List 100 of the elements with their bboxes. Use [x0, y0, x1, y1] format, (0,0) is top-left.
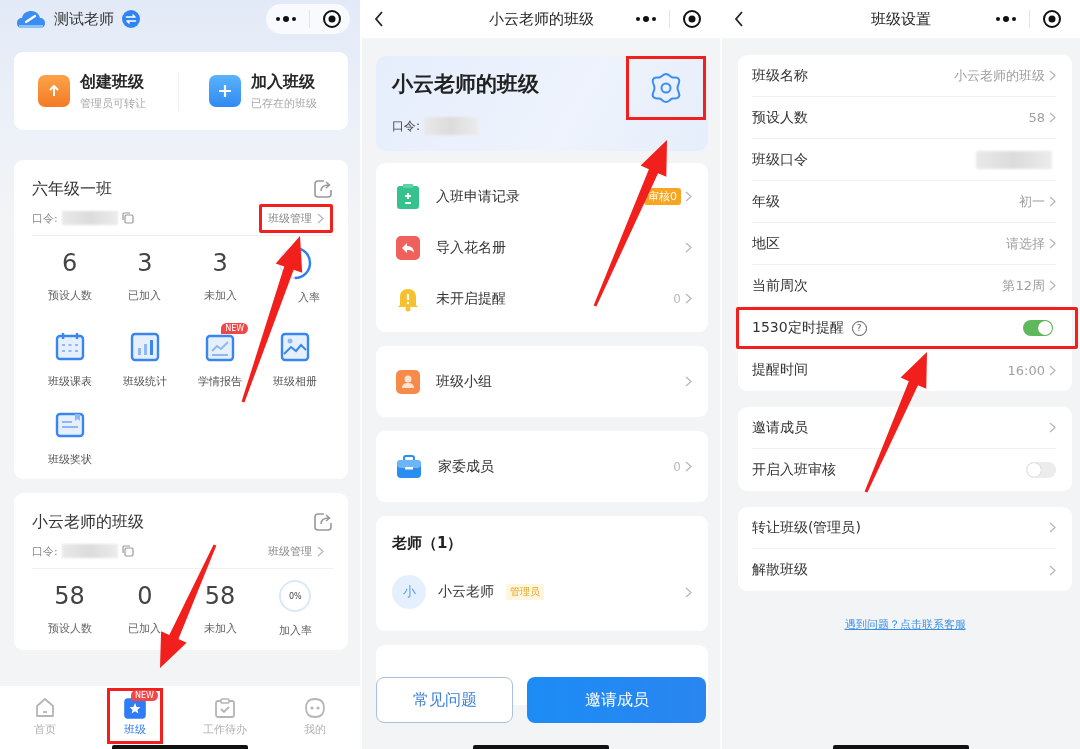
avatar: 小: [392, 575, 426, 609]
toggle-switch[interactable]: [1026, 462, 1056, 478]
role-badge: 管理员: [506, 584, 544, 600]
setting-value: 小云老师的班级: [954, 66, 1045, 85]
chevron-icon: [685, 191, 692, 202]
stat-label: 预设人数: [47, 288, 92, 303]
setting-value: 请选择: [1006, 234, 1045, 253]
stat-label: 预设人数: [47, 621, 92, 636]
chevron-icon: [1049, 238, 1056, 249]
setting-label: 1530定时提醒: [752, 319, 844, 337]
chevron-icon: [685, 461, 692, 472]
person-icon: [396, 369, 420, 394]
star-square-icon: [124, 697, 146, 719]
settings-row[interactable]: 转让班级(管理员): [752, 507, 1056, 549]
action-title[interactable]: 创建班级: [80, 71, 146, 93]
item-count: 0: [673, 459, 681, 474]
upload-icon[interactable]: [38, 75, 70, 107]
setting-value: 16:00: [1007, 362, 1045, 378]
chevron-icon: [685, 376, 692, 387]
chevron-icon: [317, 545, 324, 557]
setting-label: 转让班级(管理员): [752, 518, 861, 537]
setting-label: 班级口令: [752, 150, 808, 169]
action-title[interactable]: 加入班级: [250, 71, 317, 93]
album-icon: [279, 331, 312, 363]
tool-label[interactable]: 班级奖状: [47, 452, 92, 467]
stat-label: 加入率: [278, 623, 312, 638]
chevron-icon: [1049, 564, 1056, 576]
setting-label: 地区: [752, 234, 780, 253]
back-icon[interactable]: [374, 11, 384, 27]
class-manage-link[interactable]: 班级管理: [259, 203, 333, 233]
menu-item[interactable]: 班级小组: [436, 372, 492, 391]
record-icon[interactable]: [681, 9, 702, 29]
stat-label: 入率: [298, 290, 320, 305]
settings-row[interactable]: 提醒时间 16:00: [752, 349, 1056, 391]
section-title: 老师（1）: [392, 534, 464, 553]
stat-label: 未加入: [203, 621, 237, 636]
class-name: 小云老师的班级: [32, 511, 144, 533]
plus-icon[interactable]: [208, 75, 241, 107]
class-name: 小云老师的班级: [392, 71, 540, 98]
setting-value: 58: [1028, 110, 1045, 125]
tool-label[interactable]: 班级统计: [122, 374, 167, 389]
copy-icon[interactable]: [121, 212, 134, 224]
stat-value: 58: [54, 581, 85, 611]
clipboard-plus-icon: [396, 183, 420, 210]
password-label: 口令:: [32, 210, 58, 226]
smiley-icon: [304, 697, 326, 719]
settings-row[interactable]: 地区 请选择: [752, 223, 1056, 265]
new-badge: NEW: [221, 323, 249, 334]
action-subtitle: 已存在的班级: [250, 95, 317, 111]
calendar-icon: [53, 331, 86, 363]
settings-row[interactable]: 解散班级: [752, 549, 1056, 591]
tool-label[interactable]: 班级相册: [273, 374, 318, 389]
stats-icon: [128, 331, 161, 363]
back-icon[interactable]: [734, 11, 744, 27]
highlighted-row[interactable]: 1530定时提醒 ?: [736, 307, 1078, 349]
stat-value: 3: [212, 248, 228, 278]
stat-label: 已加入: [128, 288, 162, 303]
menu-item[interactable]: 入班申请记录: [436, 187, 520, 206]
menu-item[interactable]: 导入花名册: [436, 238, 506, 257]
redacted-block: [61, 544, 118, 558]
invite-button[interactable]: 邀请成员: [527, 677, 706, 723]
settings-row[interactable]: 当前周次 第12周: [752, 265, 1056, 307]
member-name[interactable]: 小云老师: [438, 583, 494, 601]
stat-value: 58: [204, 581, 236, 611]
faq-button[interactable]: 常见问题: [376, 677, 513, 723]
menu-item[interactable]: 家委成员: [438, 457, 494, 476]
action-subtitle: 管理员可转让: [80, 95, 146, 111]
setting-value: 第12周: [1002, 276, 1045, 295]
share-icon[interactable]: [313, 512, 333, 532]
more-icon[interactable]: [274, 16, 297, 22]
setting-label: 当前周次: [752, 276, 808, 295]
stat-value: 6: [62, 248, 78, 278]
share-icon[interactable]: [313, 179, 333, 199]
settings-button[interactable]: [626, 56, 706, 120]
record-icon[interactable]: [1041, 9, 1062, 29]
new-badge: NEW: [131, 690, 158, 701]
copy-icon[interactable]: [121, 545, 134, 557]
tool-label[interactable]: 班级课表: [47, 374, 92, 389]
settings-row[interactable]: 班级名称 小云老师的班级: [752, 55, 1056, 97]
tab[interactable]: NEW 班级: [107, 688, 163, 744]
more-icon[interactable]: [634, 16, 657, 22]
settings-row[interactable]: 班级口令: [752, 139, 1056, 181]
menu-item[interactable]: 未开启提醒: [436, 289, 506, 308]
more-icon[interactable]: [994, 16, 1017, 22]
swap-icon[interactable]: [122, 10, 140, 28]
toggle-switch[interactable]: [1023, 320, 1053, 336]
settings-row[interactable]: 预设人数 58: [752, 97, 1056, 139]
class-manage-link[interactable]: 班级管理: [259, 536, 333, 566]
user-name: 测试老师: [54, 9, 114, 29]
setting-label: 邀请成员: [752, 418, 808, 437]
record-icon[interactable]: [321, 9, 342, 29]
tool-label[interactable]: 学情报告: [198, 374, 243, 389]
stat-label: 未加入: [203, 288, 237, 303]
page-title: 班级设置: [871, 9, 931, 28]
chevron-icon: [1049, 112, 1056, 123]
class-name: 六年级一班: [32, 178, 112, 200]
redacted-block: [424, 117, 479, 135]
chevron-icon: [1049, 280, 1056, 291]
setting-label: 开启入班审核: [752, 461, 836, 479]
settings-row[interactable]: 开启入班审核: [752, 449, 1056, 491]
